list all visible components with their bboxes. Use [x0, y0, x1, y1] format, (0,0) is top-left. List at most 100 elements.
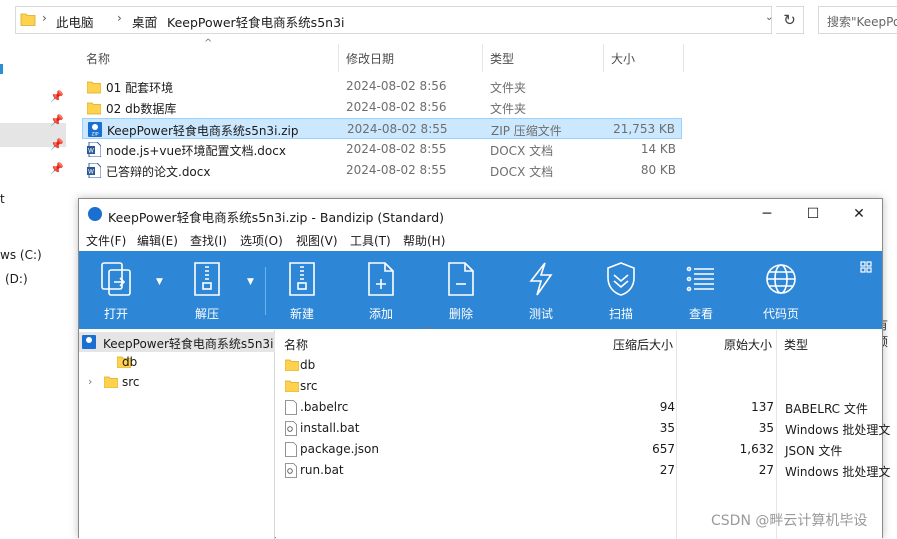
delete-button[interactable]: 删除 [431, 251, 491, 329]
pin-icon[interactable]: 📌 [50, 114, 64, 127]
nav-drive-c[interactable]: ws (C:) [0, 248, 42, 262]
entry-name: run.bat [300, 463, 344, 477]
chevron-down-icon[interactable]: ▼ [247, 277, 254, 287]
folder-icon [87, 81, 101, 94]
scan-label: 扫描 [608, 307, 633, 321]
list-item[interactable]: .babelrc 94 137 BABELRC 文件 [276, 397, 882, 418]
layout-grid-icon[interactable] [860, 261, 872, 273]
chevron-right-icon[interactable]: › [88, 375, 92, 388]
minimize-button[interactable]: ─ [744, 199, 790, 229]
scan-button[interactable]: 扫描 [591, 251, 651, 329]
sort-ascending-icon: ^ [204, 38, 213, 49]
file-date: 2024-08-02 8:56 [346, 100, 447, 114]
menu-options[interactable]: 选项(O) [240, 232, 283, 249]
menu-find[interactable]: 查找(I) [190, 232, 227, 249]
file-type: 文件夹 [490, 102, 527, 116]
add-button[interactable]: 添加 [351, 251, 411, 329]
menu-view[interactable]: 视图(V) [296, 232, 338, 249]
batch-file-icon [285, 421, 297, 436]
file-date: 2024-08-02 8:55 [347, 122, 448, 136]
new-archive-button[interactable]: 新建 [272, 251, 332, 329]
extract-button[interactable]: 解压 [177, 251, 237, 329]
toolbar-divider [265, 267, 266, 315]
file-row[interactable]: 02 db数据库 2024-08-02 8:56 文件夹 [82, 97, 682, 118]
tree-item-label: db [122, 355, 138, 369]
delete-file-icon [448, 262, 474, 296]
codepage-button[interactable]: 代码页 [751, 251, 811, 329]
column-header-packed-size[interactable]: 压缩后大小 [613, 336, 673, 353]
nav-accent [0, 64, 3, 74]
delete-label: 删除 [448, 307, 473, 321]
file-size: 14 KB [640, 142, 676, 156]
chevron-down-icon[interactable]: ▼ [156, 277, 163, 287]
tree-root[interactable]: KeepPower轻食电商系统s5n3i [79, 332, 275, 352]
list-item[interactable]: db [276, 355, 882, 376]
file-icon [285, 400, 297, 415]
breadcrumb-separator-icon: › [117, 11, 122, 25]
word-document-icon: W [87, 163, 101, 178]
tree-item-src[interactable]: › src [79, 372, 275, 392]
menu-file[interactable]: 文件(F) [86, 232, 126, 249]
tree-item-label: src [122, 375, 140, 389]
view-button[interactable]: 查看 [671, 251, 731, 329]
pin-icon[interactable]: 📌 [50, 90, 64, 103]
menu-edit[interactable]: 编辑(E) [137, 232, 178, 249]
close-button[interactable]: ✕ [836, 199, 882, 229]
column-header-name[interactable]: 名称 [284, 336, 308, 353]
batch-file-icon [285, 463, 297, 478]
test-button[interactable]: 测试 [511, 251, 571, 329]
new-archive-icon [289, 262, 315, 296]
column-header-type[interactable]: 类型 [784, 336, 808, 353]
maximize-button[interactable]: ☐ [790, 199, 836, 229]
column-divider[interactable] [482, 44, 483, 72]
menu-tools[interactable]: 工具(T) [350, 232, 391, 249]
list-item[interactable]: src [276, 376, 882, 397]
open-button[interactable]: 打开 [86, 251, 146, 329]
entry-type: Windows 批处理文 [785, 465, 891, 479]
file-row-selected[interactable]: ZIP KeepPower轻食电商系统s5n3i.zip 2024-08-02 … [82, 118, 682, 139]
refresh-icon: ↻ [783, 11, 796, 29]
extract-label: 解压 [194, 307, 219, 321]
pin-icon[interactable]: 📌 [50, 138, 64, 151]
column-header-original-size[interactable]: 原始大小 [724, 336, 772, 353]
bandizip-logo-icon [88, 207, 102, 221]
bandizip-window: KeepPower轻食电商系统s5n3i.zip - Bandizip (Sta… [78, 198, 890, 539]
list-view-icon [686, 266, 714, 292]
column-divider[interactable] [603, 44, 604, 72]
column-header-date[interactable]: 修改日期 [346, 50, 394, 67]
svg-text:ZIP: ZIP [91, 132, 98, 138]
file-name: 02 db数据库 [106, 102, 177, 116]
title-bar[interactable]: KeepPower轻食电商系统s5n3i.zip - Bandizip (Sta… [79, 199, 882, 229]
file-type: DOCX 文档 [490, 165, 554, 179]
file-name: KeepPower轻食电商系统s5n3i.zip [107, 124, 299, 138]
pin-icon[interactable]: 📌 [50, 162, 64, 175]
breadcrumb-this-pc[interactable]: 此电脑 [56, 12, 94, 31]
folder-icon [87, 102, 101, 115]
refresh-button[interactable]: ↻ [776, 6, 804, 34]
file-row[interactable]: W 已答辩的论文.docx 2024-08-02 8:55 DOCX 文档 80… [82, 160, 682, 181]
svg-text:W: W [88, 148, 94, 155]
file-size: 80 KB [640, 163, 676, 177]
entry-type: BABELRC 文件 [785, 402, 868, 416]
file-row[interactable]: 01 配套环境 2024-08-02 8:56 文件夹 [82, 76, 682, 97]
globe-icon [766, 264, 796, 294]
address-bar[interactable]: › 此电脑 › 桌面 › KeepPower轻食电商系统s5n3i ⌄ [15, 6, 773, 34]
list-item[interactable]: package.json 657 1,632 JSON 文件 [276, 439, 882, 460]
breadcrumb-current-folder[interactable]: KeepPower轻食电商系统s5n3i [167, 12, 345, 31]
column-divider[interactable] [338, 44, 339, 72]
shield-icon [607, 262, 635, 296]
tree-item-db[interactable]: db [79, 352, 275, 372]
column-header-name[interactable]: 名称 [86, 50, 110, 67]
nav-item-label[interactable]: t [0, 192, 5, 206]
list-item[interactable]: run.bat 27 27 Windows 批处理文 [276, 460, 890, 481]
chevron-down-icon[interactable]: ⌄ [765, 12, 773, 23]
column-header-size[interactable]: 大小 [611, 50, 635, 67]
column-header-type[interactable]: 类型 [490, 50, 514, 67]
menu-help[interactable]: 帮助(H) [403, 232, 445, 249]
column-divider[interactable] [683, 44, 684, 72]
entry-original-size: 1,632 [739, 442, 774, 456]
list-item[interactable]: install.bat 35 35 Windows 批处理文 [276, 418, 890, 439]
nav-drive-d[interactable]: (D:) [5, 272, 28, 286]
file-row[interactable]: W node.js+vue环境配置文档.docx 2024-08-02 8:55… [82, 139, 682, 160]
search-input[interactable]: 搜索"KeepPo [818, 6, 897, 34]
